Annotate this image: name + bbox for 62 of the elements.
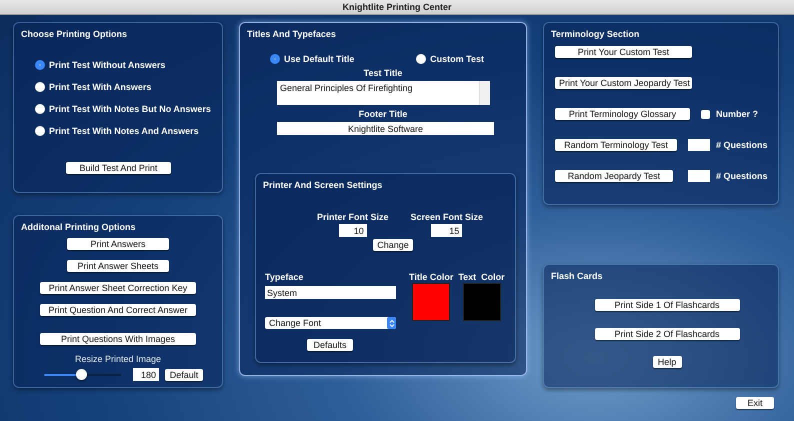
- panel-title: Additonal Printing Options: [21, 222, 136, 232]
- defaults-button[interactable]: Defaults: [307, 339, 353, 351]
- checkbox-label: Number ?: [716, 109, 758, 119]
- footer-title-field[interactable]: Knightlite Software: [277, 122, 494, 135]
- color-swatch[interactable]: [412, 283, 450, 321]
- terminology-button[interactable]: Print Your Custom Jeopardy Test: [555, 77, 692, 89]
- questions-label: # Questions: [716, 171, 768, 181]
- question-count-field[interactable]: [688, 170, 710, 182]
- typeface-label: Typeface: [265, 272, 304, 282]
- panel-title: Terminology Section: [551, 29, 640, 39]
- print-button[interactable]: Print Answer Sheet Correction Key: [40, 282, 196, 294]
- radio-label: Print Test With Notes And Answers: [49, 126, 199, 136]
- flashcard-button[interactable]: Print Side 2 Of Flashcards: [594, 328, 740, 340]
- questions-label: # Questions: [716, 140, 768, 150]
- panel-title: Flash Cards: [551, 271, 603, 281]
- radio-button[interactable]: [35, 104, 45, 114]
- slider-thumb[interactable]: [76, 369, 88, 380]
- font-dropdown[interactable]: Change Font: [265, 317, 396, 329]
- terminology-button[interactable]: Print Terminology Glossary: [555, 108, 690, 120]
- question-count-field[interactable]: [688, 139, 710, 151]
- color-swatch[interactable]: [462, 283, 501, 321]
- radio-button[interactable]: [35, 126, 45, 136]
- radio-button[interactable]: [270, 54, 280, 64]
- terminology-button[interactable]: Random Jeopardy Test: [555, 170, 673, 182]
- change-button[interactable]: Change: [373, 239, 413, 251]
- screen-font-size-label: Screen Font Size: [410, 212, 484, 222]
- panel-title: Choose Printing Options: [21, 29, 127, 39]
- print-button[interactable]: Print Answer Sheets: [67, 260, 169, 272]
- print-button[interactable]: Print Questions With Images: [40, 333, 196, 345]
- flashcard-button[interactable]: Print Side 1 Of Flashcards: [594, 299, 740, 311]
- resize-label: Resize Printed Image: [74, 354, 162, 364]
- default-button[interactable]: Default: [165, 368, 203, 380]
- size-field[interactable]: 180: [133, 368, 159, 381]
- panel-title: Printer And Screen Settings: [263, 180, 382, 190]
- radio-button[interactable]: [35, 60, 45, 70]
- checkbox[interactable]: [701, 110, 710, 118]
- help-button[interactable]: Help: [652, 356, 682, 368]
- radio-button[interactable]: [35, 82, 45, 92]
- screen-font-size-field[interactable]: 15: [431, 224, 462, 237]
- panel-title: Titles And Typefaces: [247, 29, 336, 39]
- radio-label: Print Test With Answers: [49, 82, 152, 92]
- test-title-field[interactable]: General Principles Of Firefighting: [277, 81, 490, 105]
- radio-button[interactable]: [416, 54, 426, 64]
- terminology-button[interactable]: Print Your Custom Test: [555, 46, 692, 58]
- window-title: Knightlite Printing Center: [342, 2, 452, 12]
- printer-font-size-label: Printer Font Size: [317, 212, 389, 222]
- radio-label: Print Test Without Answers: [49, 60, 166, 70]
- exit-button[interactable]: Exit: [736, 397, 774, 409]
- footer-title-label: Footer Title: [358, 109, 408, 119]
- printer-font-size-field[interactable]: 10: [338, 224, 367, 237]
- terminology-button[interactable]: Random Terminology Test: [555, 139, 677, 151]
- print-button[interactable]: Print Question And Correct Answer: [40, 304, 196, 316]
- dropdown-stepper-icon: [387, 317, 396, 329]
- color-label: Text Color: [458, 272, 505, 282]
- build-button[interactable]: Build Test And Print: [66, 162, 171, 174]
- radio-label: Use Default Title: [284, 54, 354, 64]
- radio-label: Print Test With Notes But No Answers: [49, 104, 211, 114]
- color-label: Title Color: [409, 272, 454, 282]
- typeface-field[interactable]: System: [265, 286, 396, 299]
- print-button[interactable]: Print Answers: [67, 238, 169, 250]
- radio-label: Custom Test: [430, 54, 484, 64]
- test-title-label: Test Title: [364, 68, 402, 78]
